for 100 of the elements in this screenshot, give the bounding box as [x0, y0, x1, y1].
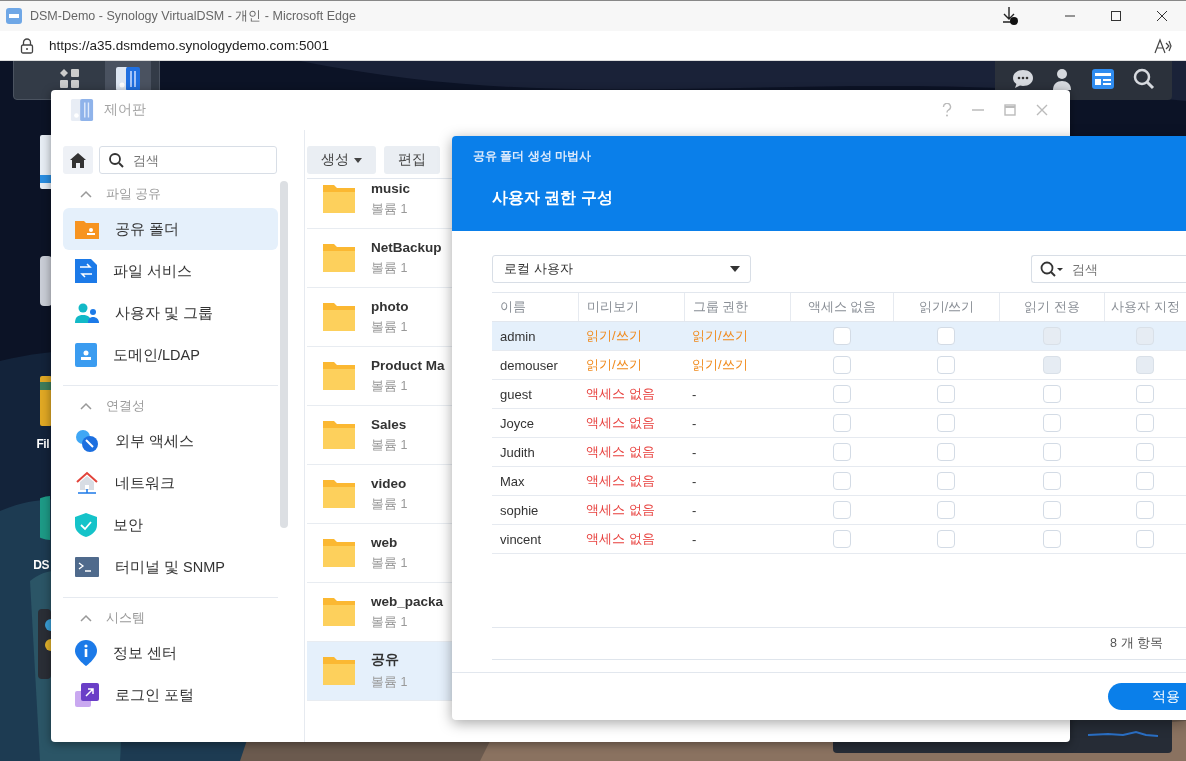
item-count: 8 개 항목 — [1110, 635, 1163, 652]
sidebar-item[interactable]: 공유 폴더 — [63, 208, 278, 250]
checkbox[interactable] — [1136, 385, 1154, 403]
chat-icon[interactable] — [1012, 68, 1035, 89]
url-text[interactable]: https://a35.dsmdemo.synologydemo.com:5001 — [49, 38, 329, 53]
apply-button[interactable]: 적용 — [1108, 683, 1186, 710]
user-icon[interactable] — [1052, 67, 1073, 90]
search-field[interactable]: 검색 — [99, 146, 277, 174]
search-icon — [1040, 261, 1064, 277]
checkbox[interactable] — [832, 530, 851, 548]
checkbox[interactable] — [832, 414, 851, 432]
permission-text: 읽기/쓰기 — [585, 356, 643, 374]
user-name: demouser — [499, 356, 559, 375]
toolbar-button[interactable]: 편집 — [384, 146, 440, 174]
permission-text: - — [691, 530, 698, 549]
sidebar-item[interactable]: 외부 액세스 — [63, 420, 278, 462]
sidebar-item[interactable]: 보안 — [63, 504, 278, 546]
table-row[interactable]: vincent 액세스 없음 - — [492, 525, 1186, 554]
checkbox[interactable] — [937, 327, 955, 345]
lock-icon[interactable] — [20, 37, 34, 54]
sidebar-item[interactable]: 도메인/LDAP — [63, 334, 278, 376]
caret-icon[interactable] — [80, 402, 92, 410]
checkbox[interactable] — [937, 414, 955, 432]
checkbox[interactable] — [832, 356, 851, 374]
maximize-icon[interactable] — [1110, 10, 1122, 22]
user-name: Max — [499, 472, 526, 491]
checkbox[interactable] — [832, 501, 851, 519]
checkbox[interactable] — [1136, 443, 1154, 461]
checkbox[interactable] — [1042, 530, 1061, 548]
scrollbar[interactable] — [280, 181, 288, 528]
checkbox[interactable] — [1136, 530, 1154, 548]
checkbox[interactable] — [1042, 385, 1061, 403]
sidebar-item[interactable]: 로그인 포털 — [63, 674, 278, 716]
checkbox[interactable] — [832, 443, 851, 461]
permission-text: 읽기/쓰기 — [585, 327, 643, 345]
column-header[interactable]: 액세스 없음 — [790, 293, 893, 321]
checkbox[interactable] — [937, 501, 955, 519]
sparkline — [1088, 729, 1158, 739]
user-name: sophie — [499, 501, 540, 520]
checkbox[interactable] — [937, 385, 955, 403]
user-name: Joyce — [499, 414, 535, 433]
table-row[interactable]: sophie 액세스 없음 - — [492, 496, 1186, 525]
checkbox[interactable] — [1042, 443, 1061, 461]
caret-icon[interactable] — [80, 190, 92, 198]
user-name: guest — [499, 385, 533, 404]
table-row[interactable]: admin 읽기/쓰기 읽기/쓰기 — [492, 322, 1186, 351]
checkbox[interactable] — [1042, 501, 1061, 519]
table-row[interactable]: guest 액세스 없음 - — [492, 380, 1186, 409]
search-icon[interactable] — [1132, 67, 1155, 90]
control-panel-icon[interactable] — [114, 64, 142, 93]
checkbox[interactable] — [937, 472, 955, 490]
checkbox[interactable] — [832, 327, 851, 345]
toolbar-button[interactable]: 생성 — [307, 146, 376, 174]
caret-icon[interactable] — [80, 614, 92, 622]
user-name: Judith — [499, 443, 536, 462]
portal-icon — [75, 683, 99, 707]
desktop-icon-label[interactable]: Fil — [36, 437, 49, 451]
checkbox[interactable] — [1136, 472, 1154, 490]
checkbox[interactable] — [1042, 414, 1061, 432]
folder-name: Product Ma — [371, 357, 445, 373]
dialog-title: 공유 폴더 생성 마법사 — [473, 148, 592, 165]
help-icon[interactable] — [942, 103, 952, 117]
search-field[interactable]: 검색 — [1031, 255, 1186, 283]
checkbox[interactable] — [1136, 501, 1154, 519]
permission-text: - — [691, 501, 698, 520]
checkbox[interactable] — [937, 530, 955, 548]
checkbox[interactable] — [937, 443, 955, 461]
table-row[interactable]: Judith 액세스 없음 - — [492, 438, 1186, 467]
checkbox[interactable] — [1042, 472, 1061, 490]
main-menu-icon[interactable] — [59, 67, 81, 90]
folder-volume: 볼륨 1 — [371, 554, 408, 572]
sidebar-item[interactable]: 터미널 및 SNMP — [63, 546, 278, 588]
widget-icon[interactable] — [1090, 67, 1115, 90]
home-button[interactable] — [63, 146, 93, 174]
close-icon[interactable] — [1156, 10, 1168, 22]
checkbox[interactable] — [1136, 414, 1154, 432]
user-name: vincent — [499, 530, 543, 549]
checkbox[interactable] — [937, 356, 955, 374]
folder-name: video — [371, 475, 408, 491]
home-icon — [70, 152, 86, 168]
permission-text: - — [691, 443, 698, 462]
user-type-dropdown[interactable]: 로컬 사용자 — [492, 255, 751, 283]
window-title: 제어판 — [104, 101, 146, 119]
checkbox[interactable] — [832, 385, 851, 403]
folder-name: photo — [371, 298, 409, 314]
folder-name: Sales — [371, 416, 408, 432]
table-row[interactable]: Max 액세스 없음 - — [492, 467, 1186, 496]
table-row[interactable]: Joyce 액세스 없음 - — [492, 409, 1186, 438]
sidebar-item[interactable]: 파일 서비스 — [63, 250, 278, 292]
sidebar-item[interactable]: 네트워크 — [63, 462, 278, 504]
checkbox[interactable] — [832, 472, 851, 490]
download-icon[interactable] — [1001, 6, 1019, 26]
read-aloud-icon[interactable] — [1154, 37, 1172, 54]
search-icon — [109, 153, 124, 168]
sidebar-item[interactable]: 사용자 및 그룹 — [63, 292, 278, 334]
sidebar-item[interactable]: 정보 센터 — [63, 632, 278, 674]
permission-text: 액세스 없음 — [585, 385, 656, 403]
desktop-icon-label[interactable]: DS — [33, 558, 49, 572]
table-row[interactable]: demouser 읽기/쓰기 읽기/쓰기 — [492, 351, 1186, 380]
folder-volume: 볼륨 1 — [371, 436, 408, 454]
